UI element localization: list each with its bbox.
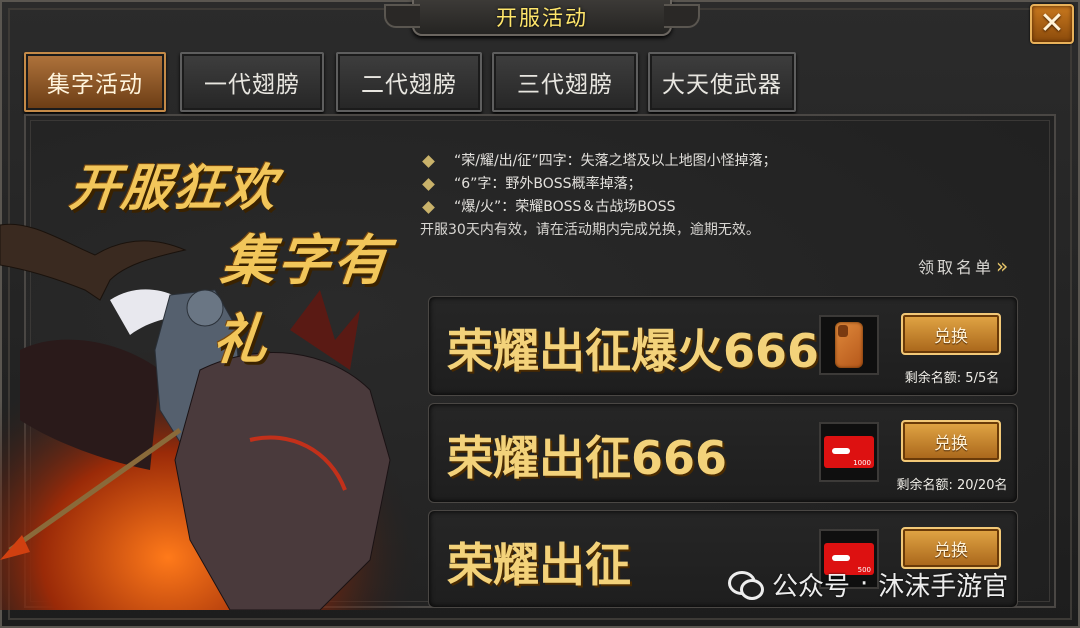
redeem-button[interactable]: 兑换 <box>901 313 1001 355</box>
remaining-quota: 剩余名额: 5/5名 <box>904 371 1000 386</box>
red-card-icon: 1000 <box>824 436 874 468</box>
reward-title: 荣耀出征爆火666 <box>447 324 820 378</box>
reward-row: 荣耀出征爆火666 兑换 剩余名额: 5/5名 <box>428 296 1018 396</box>
window-title: 开服活动 <box>496 6 588 30</box>
watermark-separator: · <box>860 569 869 599</box>
diamond-bullet-icon <box>422 178 435 191</box>
event-banner: 开服狂欢 集字有礼 <box>67 148 430 371</box>
double-chevron-icon: » <box>996 254 1009 278</box>
remaining-quota: 剩余名额: 20/20名 <box>896 478 1008 493</box>
watermark-left: 公众号 <box>772 571 851 602</box>
tab-wings-gen2[interactable]: 二代翅膀 <box>336 52 482 112</box>
rule-item: “爆/火”：荣耀BOSS＆古战场BOSS <box>420 196 860 219</box>
tab-archangel-weapon[interactable]: 大天使武器 <box>648 52 796 112</box>
rule-item: “6”字：野外BOSS概率掉落； <box>420 173 860 196</box>
tab-wings-gen3[interactable]: 三代翅膀 <box>492 52 638 112</box>
diamond-bullet-icon <box>422 201 435 214</box>
close-button[interactable]: ✕ <box>1030 4 1074 44</box>
rule-note: 开服30天内有效，请在活动期内完成兑换，逾期无效。 <box>420 222 760 238</box>
reward-title: 荣耀出征 <box>447 538 631 592</box>
phone-icon <box>835 322 863 368</box>
rules-list: “荣/耀/出/征”四字：失落之塔及以上地图小怪掉落； “6”字：野外BOSS概率… <box>420 150 860 242</box>
prize-slot[interactable]: 1000 <box>819 422 879 482</box>
claim-list-link[interactable]: 领取名单 » <box>918 254 1009 278</box>
tab-wings-gen1[interactable]: 一代翅膀 <box>180 52 324 112</box>
redeem-button[interactable]: 兑换 <box>901 420 1001 462</box>
redeem-button[interactable]: 兑换 <box>901 527 1001 569</box>
diamond-bullet-icon <box>422 155 435 168</box>
watermark-right: 沐沫手游官 <box>878 571 1009 602</box>
reward-row: 荣耀出征666 1000 兑换 剩余名额: 20/20名 <box>428 403 1018 503</box>
reward-title: 荣耀出征666 <box>447 431 728 485</box>
close-icon: ✕ <box>1039 6 1065 41</box>
rule-item: “荣/耀/出/征”四字：失落之塔及以上地图小怪掉落； <box>420 150 860 173</box>
prize-slot[interactable] <box>819 315 879 375</box>
tab-collect-words[interactable]: 集字活动 <box>24 52 166 112</box>
banner-line-2: 集字有礼 <box>210 229 393 371</box>
claim-list-label: 领取名单 <box>918 258 995 277</box>
window-title-plaque: 开服活动 <box>384 0 700 36</box>
card-value: 1000 <box>853 459 871 467</box>
watermark: 公众号 · 沐沫手游官 <box>728 564 1008 604</box>
wechat-icon <box>728 569 764 600</box>
banner-line-1: 开服狂欢 <box>66 159 281 217</box>
